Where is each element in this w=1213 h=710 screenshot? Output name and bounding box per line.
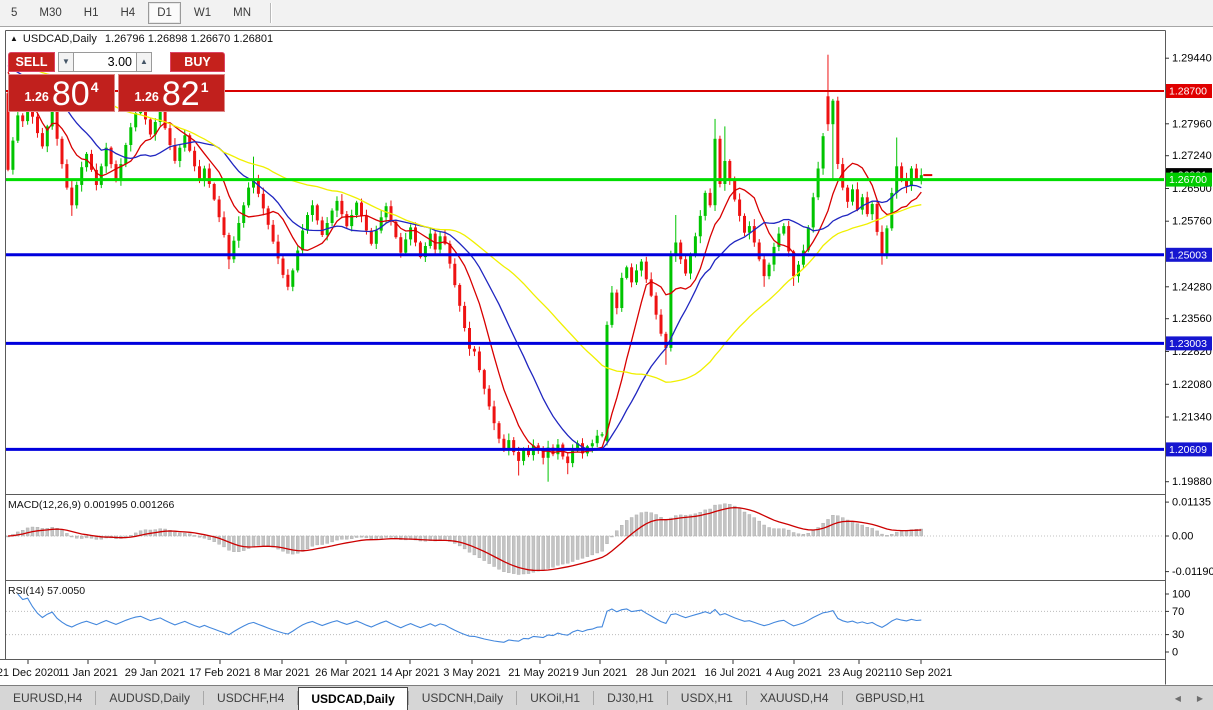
svg-text:4 Aug 2021: 4 Aug 2021: [766, 667, 822, 679]
svg-text:9 Jun 2021: 9 Jun 2021: [573, 667, 627, 679]
svg-text:-0.011904: -0.011904: [1172, 566, 1213, 578]
buy-price-big-digits: 82: [162, 76, 200, 112]
timeframe-button-m30[interactable]: M30: [30, 2, 70, 24]
chart-tab-usdcnh[interactable]: USDCNH,Daily: [409, 687, 516, 709]
svg-text:70: 70: [1172, 606, 1184, 618]
svg-text:29 Jan 2021: 29 Jan 2021: [125, 667, 186, 679]
svg-text:30: 30: [1172, 629, 1184, 641]
svg-text:0.00: 0.00: [1172, 531, 1193, 543]
svg-text:10 Sep 2021: 10 Sep 2021: [890, 667, 952, 679]
one-click-trading-widget: SELL ▼ ▲ BUY 1.26804 1.26821: [8, 52, 225, 112]
volume-spinner: ▼ ▲: [58, 52, 152, 72]
sell-button[interactable]: SELL: [8, 52, 55, 72]
svg-text:11 Jan 2021: 11 Jan 2021: [58, 667, 118, 679]
chart-frame: [0, 31, 1166, 685]
trade-price-row: 1.26804 1.26821: [8, 74, 225, 112]
svg-text:1.19880: 1.19880: [1172, 476, 1212, 488]
tabs-scroll-left-icon[interactable]: ◀: [1175, 694, 1181, 703]
timeframe-toolbar: 5M30H1H4D1W1MN: [0, 0, 1213, 27]
svg-text:0.01135: 0.01135: [1172, 497, 1211, 509]
svg-text:1.20609: 1.20609: [1169, 444, 1207, 456]
svg-text:3 May 2021: 3 May 2021: [443, 667, 500, 679]
volume-decrease-button[interactable]: ▼: [58, 52, 74, 72]
tabs-scroll-right-icon[interactable]: ▶: [1197, 694, 1203, 703]
sell-price-big-digits: 80: [52, 76, 90, 112]
chart-tab-usdx[interactable]: USDX,H1: [668, 687, 746, 709]
svg-text:21 Dec 2020: 21 Dec 2020: [0, 667, 59, 679]
svg-text:1.24280: 1.24280: [1172, 281, 1212, 293]
svg-text:1.23003: 1.23003: [1169, 338, 1207, 350]
svg-text:1.26700: 1.26700: [1169, 174, 1207, 186]
macd-indicator-label: MACD(12,26,9) 0.001995 0.001266: [8, 499, 174, 511]
svg-text:23 Aug 2021: 23 Aug 2021: [828, 667, 890, 679]
sell-price-prefix: 1.26: [25, 90, 49, 104]
timeframe-button-h4[interactable]: H4: [111, 2, 144, 24]
chart-ohlc-values: 1.26796 1.26898 1.26670 1.26801: [105, 33, 273, 45]
date-axis: 21 Dec 202011 Jan 2021 29 Jan 202117 Feb …: [0, 660, 952, 679]
svg-text:0: 0: [1172, 647, 1178, 659]
volume-input[interactable]: [74, 52, 136, 72]
svg-text:1.25003: 1.25003: [1169, 249, 1207, 261]
buy-price-pip-digit: 1: [201, 79, 209, 95]
chart-tab-audusd[interactable]: AUDUSD,Daily: [96, 687, 203, 709]
buy-price-display[interactable]: 1.26821: [118, 74, 225, 112]
chart-tab-xauusd[interactable]: XAUUSD,H4: [747, 687, 842, 709]
chart-tab-usdchf[interactable]: USDCHF,H4: [204, 687, 297, 709]
chart-tab-gbpusd[interactable]: GBPUSD,H1: [843, 687, 938, 709]
svg-text:26 Mar 2021: 26 Mar 2021: [315, 667, 377, 679]
svg-text:1.21340: 1.21340: [1172, 412, 1212, 424]
chart-title: ▲ USDCAD,Daily 1.26796 1.26898 1.26670 1.2…: [10, 33, 273, 45]
sell-price-pip-digit: 4: [91, 79, 99, 95]
price-axis: 1.294401.279601.272401.265001.257601.242…: [1165, 53, 1213, 659]
tab-scroll-arrows: ◀▶: [1175, 694, 1203, 703]
svg-text:1.27240: 1.27240: [1172, 150, 1212, 162]
trade-order-row: SELL ▼ ▲ BUY: [8, 52, 225, 72]
rsi-indicator-label: RSI(14) 57.0050: [8, 585, 85, 597]
svg-text:16 Jul 2021: 16 Jul 2021: [705, 667, 762, 679]
svg-text:1.29440: 1.29440: [1172, 53, 1212, 65]
svg-text:1.28700: 1.28700: [1169, 86, 1207, 98]
chart-tab-usdcad[interactable]: USDCAD,Daily: [298, 687, 407, 710]
chart-symbol-label: USDCAD,Daily: [23, 33, 97, 45]
rsi-pane: [6, 594, 1164, 642]
arrow-up-icon: ▲: [140, 57, 148, 66]
chart-tab-ukoil[interactable]: UKOil,H1: [517, 687, 593, 709]
timeframe-button-d1[interactable]: D1: [148, 2, 181, 24]
svg-text:1.23560: 1.23560: [1172, 313, 1212, 325]
chart-tab-eurusd[interactable]: EURUSD,H4: [0, 687, 95, 709]
trading-terminal: 1.294401.279601.272401.265001.257601.242…: [0, 0, 1213, 710]
timeframe-button-5[interactable]: 5: [2, 2, 26, 24]
svg-text:14 Apr 2021: 14 Apr 2021: [380, 667, 439, 679]
svg-text:17 Feb 2021: 17 Feb 2021: [189, 667, 251, 679]
buy-button[interactable]: BUY: [170, 52, 225, 72]
svg-text:1.25760: 1.25760: [1172, 216, 1212, 228]
timeframe-button-mn[interactable]: MN: [224, 2, 260, 24]
chart-tab-bar: EURUSD,H4AUDUSD,DailyUSDCHF,H4USDCAD,Dai…: [0, 685, 1213, 710]
svg-text:1.27960: 1.27960: [1172, 118, 1212, 130]
buy-price-prefix: 1.26: [135, 90, 159, 104]
svg-text:8 Mar 2021: 8 Mar 2021: [254, 667, 310, 679]
svg-text:1.22080: 1.22080: [1172, 379, 1212, 391]
macd-histogram: [6, 504, 1164, 575]
timeframe-button-h1[interactable]: H1: [75, 2, 108, 24]
collapse-triangle-icon[interactable]: ▲: [10, 34, 18, 43]
arrow-down-icon: ▼: [62, 57, 70, 66]
chart-tab-dj30[interactable]: DJ30,H1: [594, 687, 667, 709]
volume-increase-button[interactable]: ▲: [136, 52, 152, 72]
candles-series: [7, 55, 923, 482]
svg-text:28 Jun 2021: 28 Jun 2021: [636, 667, 697, 679]
timeframe-button-w1[interactable]: W1: [185, 2, 220, 24]
svg-text:100: 100: [1172, 589, 1190, 601]
svg-text:21 May 2021: 21 May 2021: [508, 667, 572, 679]
toolbar-separator: [270, 3, 272, 23]
sell-price-display[interactable]: 1.26804: [8, 74, 115, 112]
